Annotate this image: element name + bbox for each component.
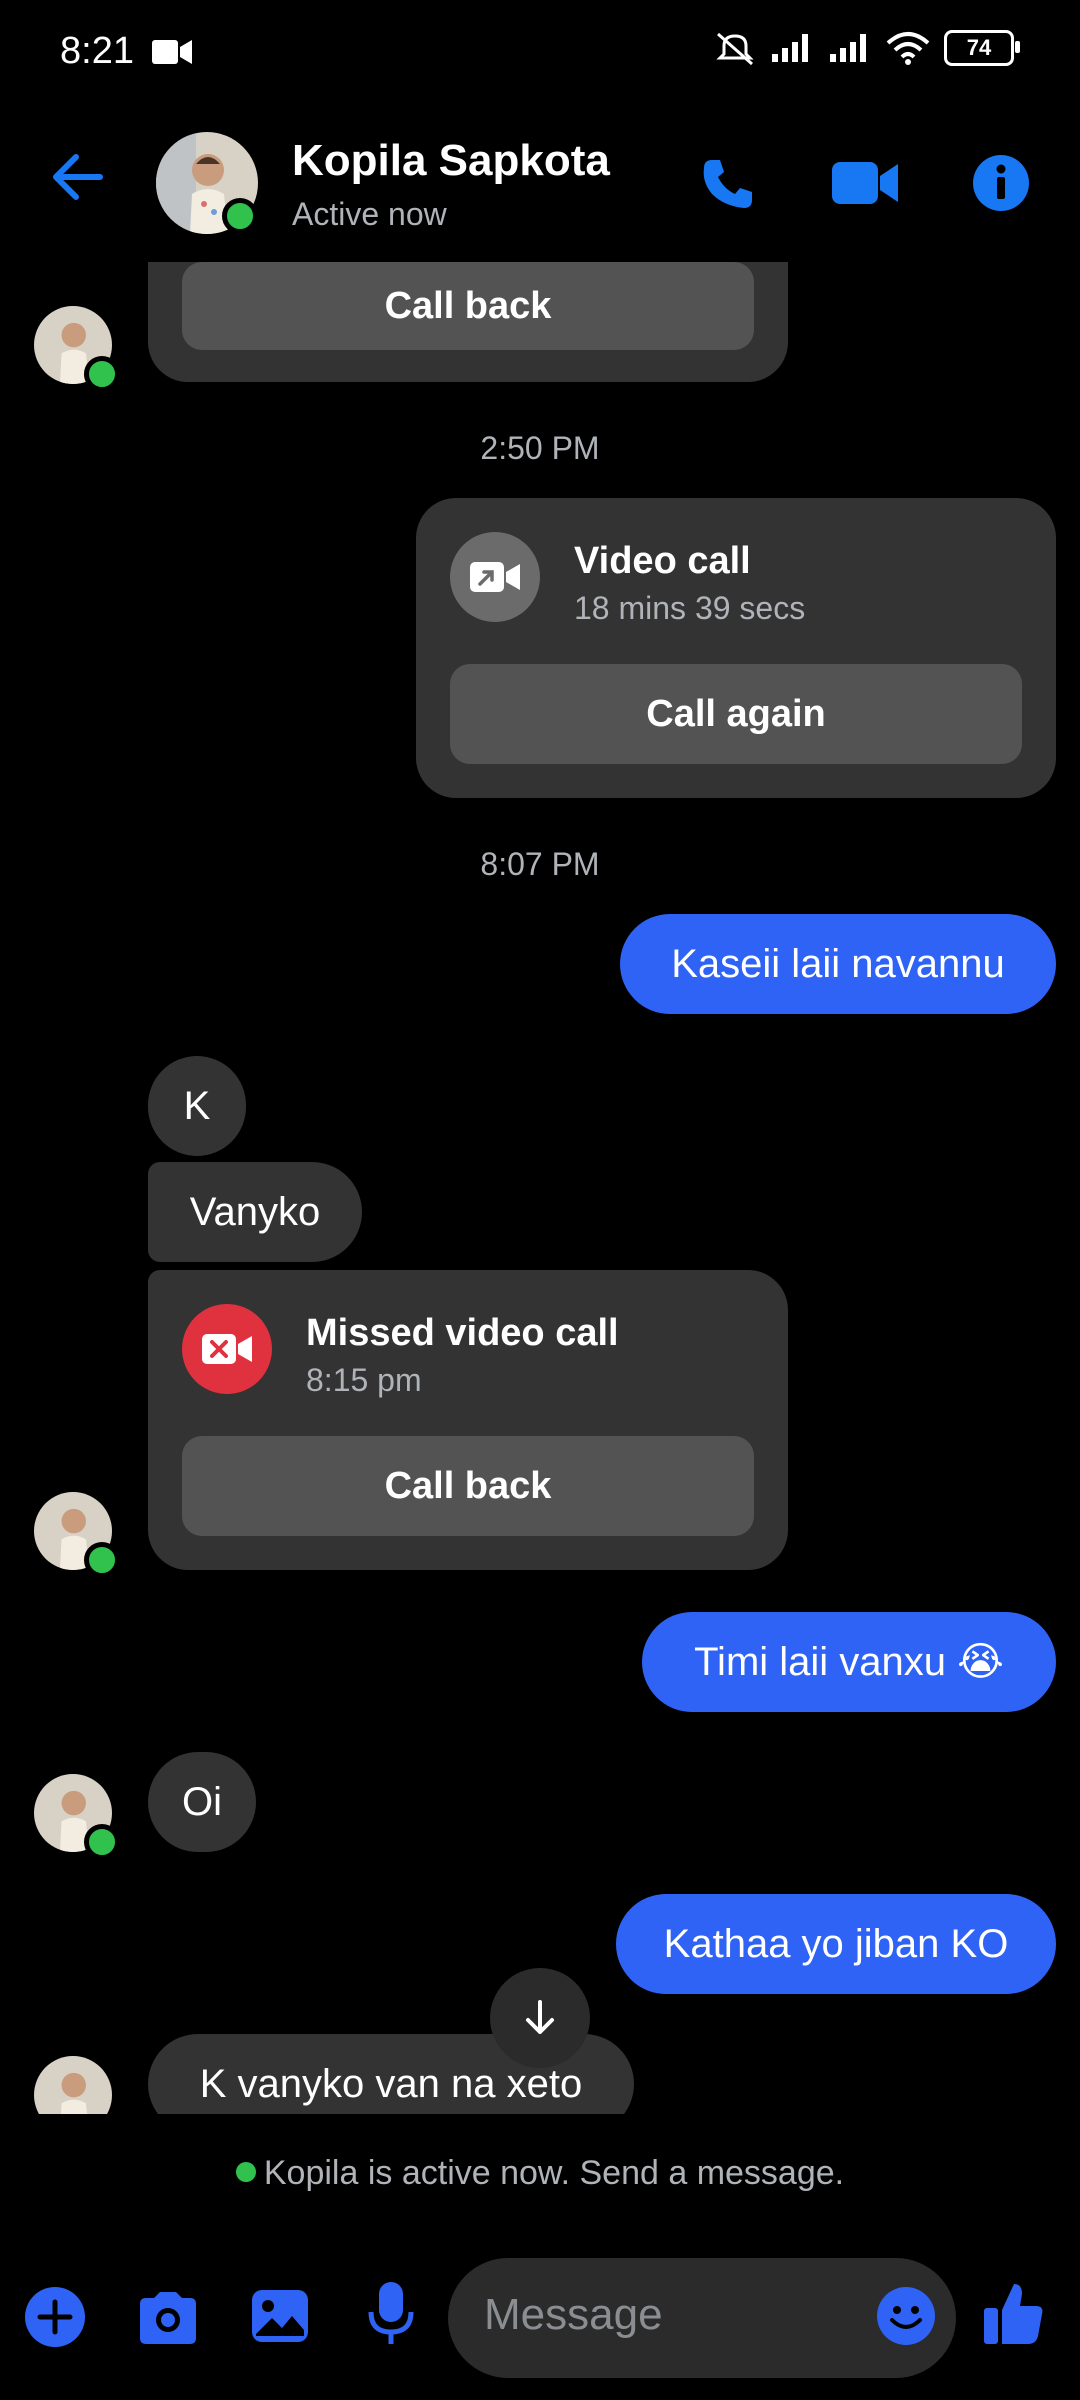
scroll-to-bottom-button[interactable] <box>490 1968 590 2068</box>
status-time: 8:21 <box>60 30 134 72</box>
video-call-title: Video call <box>574 540 751 582</box>
incoming-message[interactable]: K <box>148 1056 246 1156</box>
timestamp: 8:07 PM <box>480 846 600 882</box>
timestamp: 2:50 PM <box>480 430 600 466</box>
contact-avatar-small <box>34 2056 112 2114</box>
contact-status: Active now <box>292 196 447 232</box>
signal-icon-2 <box>830 34 866 62</box>
outgoing-message[interactable]: Kaseii laii navannu <box>620 914 1056 1014</box>
outgoing-video-call-icon <box>450 532 540 622</box>
active-note-text: Kopila is active now. Send a message. <box>263 2154 845 2192</box>
missed-video-call-icon <box>182 1304 272 1394</box>
gallery-icon[interactable] <box>250 2288 310 2349</box>
mute-icon <box>716 32 754 66</box>
microphone-icon[interactable] <box>366 2280 416 2355</box>
emoji-icon[interactable] <box>876 2286 936 2351</box>
arrow-down-icon <box>526 2000 554 2034</box>
outgoing-message[interactable]: Kathaa yo jiban KO <box>616 1894 1056 1994</box>
outgoing-message[interactable]: Timi laii vanxu 😭 <box>642 1612 1056 1712</box>
missed-call-time: 8:15 pm <box>306 1362 422 1398</box>
video-call-icon[interactable] <box>832 160 900 211</box>
online-status-dot <box>84 1824 120 1860</box>
signal-icon-1 <box>772 34 808 62</box>
active-status-note: Kopila is active now. Send a message. <box>0 2154 1080 2193</box>
message-placeholder: Message <box>484 2290 663 2339</box>
plus-icon[interactable] <box>24 2286 86 2353</box>
battery-indicator: 74 <box>944 30 1020 66</box>
call-again-button[interactable]: Call again <box>450 664 1022 764</box>
video-call-duration: 18 mins 39 secs <box>574 590 806 626</box>
incoming-message[interactable]: Vanyko <box>148 1162 362 1262</box>
screen-record-icon <box>152 38 192 71</box>
phone-call-icon[interactable] <box>700 156 756 217</box>
missed-call-title: Missed video call <box>306 1312 619 1354</box>
back-arrow-icon[interactable] <box>48 152 108 207</box>
contact-name[interactable]: Kopila Sapkota <box>292 136 610 186</box>
incoming-message[interactable]: Oi <box>148 1752 256 1852</box>
call-back-button[interactable]: Call back <box>182 1436 754 1536</box>
chat-thread[interactable]: Call back 2:50 PM Video call 18 mins 39 … <box>0 262 1080 2114</box>
thumbs-up-icon[interactable] <box>982 2280 1044 2351</box>
online-status-dot <box>84 1542 120 1578</box>
camera-icon[interactable] <box>136 2290 200 2351</box>
wifi-icon <box>886 32 930 65</box>
online-status-dot <box>222 198 258 234</box>
online-status-dot <box>235 2162 256 2183</box>
info-icon[interactable] <box>972 154 1030 217</box>
online-status-dot <box>84 356 120 392</box>
call-back-button-top[interactable]: Call back <box>182 262 754 350</box>
status-icons: 74 <box>714 30 1020 66</box>
